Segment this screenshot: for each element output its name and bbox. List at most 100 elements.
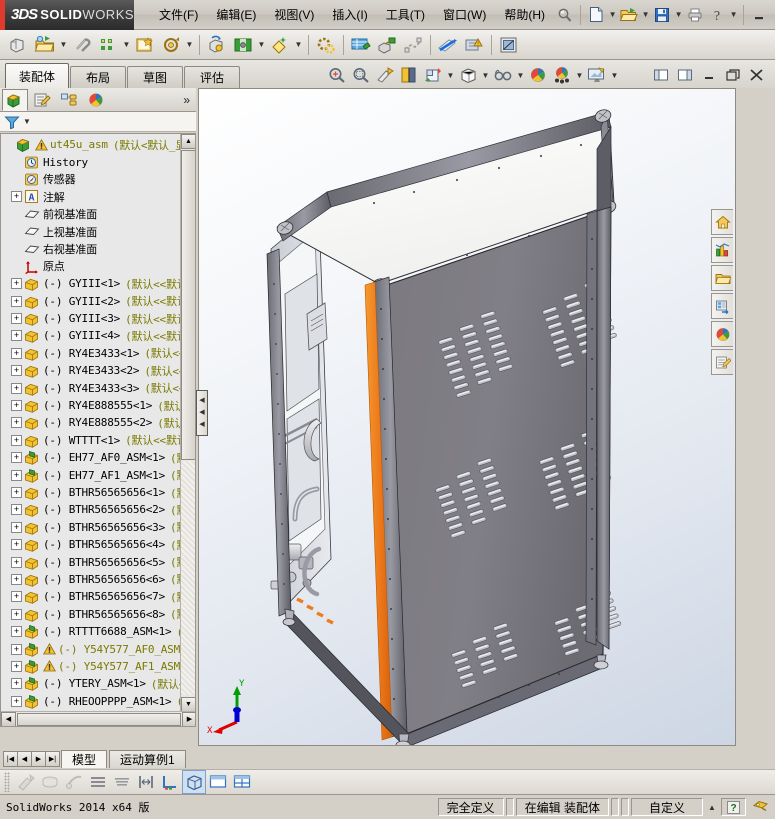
- feature-tree-item[interactable]: 传感器: [3, 171, 181, 188]
- tab-layout[interactable]: 布局: [70, 66, 126, 88]
- tree-expand-toggle[interactable]: +: [11, 348, 22, 359]
- feature-tree-item[interactable]: +(-) GYIII<2>(默认<<默认: [3, 293, 181, 310]
- section-view-icon[interactable]: [397, 63, 421, 87]
- status-units[interactable]: 自定义: [631, 798, 703, 816]
- copy-appearance-icon[interactable]: [38, 770, 62, 794]
- smart-fasteners-icon[interactable]: [132, 32, 158, 58]
- tree-expand-toggle[interactable]: +: [11, 557, 22, 568]
- tab-evaluate[interactable]: 评估: [184, 66, 240, 88]
- prev-tab-button[interactable]: ◀: [17, 751, 32, 767]
- tree-expand-toggle[interactable]: +: [11, 383, 22, 394]
- tree-expand-toggle[interactable]: +: [11, 452, 22, 463]
- assembly-model-3d[interactable]: Y X: [199, 89, 736, 746]
- vscroll-track[interactable]: [181, 461, 196, 695]
- help-dropdown-icon[interactable]: ▼: [728, 5, 739, 25]
- feature-tree-item[interactable]: 上视基准面: [3, 223, 181, 240]
- feature-tree-item[interactable]: +(-) BTHR56565656<2>(默: [3, 501, 181, 518]
- exploded-view-icon[interactable]: [374, 32, 400, 58]
- appearances-scenes-icon[interactable]: [711, 321, 733, 347]
- tab-sketch[interactable]: 草图: [127, 66, 183, 88]
- tree-expand-toggle[interactable]: +: [11, 661, 22, 672]
- tree-expand-toggle[interactable]: +: [11, 539, 22, 550]
- vscroll-thumb[interactable]: [181, 150, 196, 460]
- units-dropdown-icon[interactable]: ▲: [704, 803, 720, 812]
- feature-tree-item[interactable]: +(-) BTHR56565656<5>(默: [3, 553, 181, 570]
- menu-insert[interactable]: 插入(I): [323, 2, 376, 27]
- feature-tree-item[interactable]: 前视基准面: [3, 206, 181, 223]
- feature-tree-item[interactable]: +A注解: [3, 188, 181, 205]
- menu-help[interactable]: 帮助(H): [495, 2, 554, 27]
- minimize-button[interactable]: [748, 4, 770, 26]
- tree-expand-toggle[interactable]: +: [11, 591, 22, 602]
- open-document-icon[interactable]: [618, 4, 640, 26]
- edit-appearance-icon[interactable]: [14, 770, 38, 794]
- feature-tree-vscrollbar[interactable]: ▲ ▼: [180, 134, 195, 712]
- menu-tools[interactable]: 工具(T): [377, 2, 434, 27]
- explode-line-sketch-icon[interactable]: [400, 32, 426, 58]
- design-library-icon[interactable]: [711, 237, 733, 263]
- paste-appearance-icon[interactable]: [62, 770, 86, 794]
- feature-tree-item[interactable]: +(-) RY4E888555<2>(默认: [3, 414, 181, 431]
- appearances-icon[interactable]: [526, 63, 550, 87]
- show-hidden-components-icon[interactable]: [204, 32, 230, 58]
- tree-expand-toggle[interactable]: +: [11, 313, 22, 324]
- four-view-icon[interactable]: [230, 770, 254, 794]
- next-tab-button[interactable]: ▶: [31, 751, 46, 767]
- save-dropdown-icon[interactable]: ▼: [673, 5, 684, 25]
- first-tab-button[interactable]: |◀: [3, 751, 18, 767]
- view-settings-icon[interactable]: [585, 63, 609, 87]
- zoom-to-area-icon[interactable]: [349, 63, 373, 87]
- scroll-right-button[interactable]: ▶: [182, 712, 196, 727]
- new-document-dropdown-icon[interactable]: ▼: [607, 5, 618, 25]
- feature-tree-item[interactable]: +(-) RY4E3433<2>(默认<<: [3, 362, 181, 379]
- interference-detection-icon[interactable]: [435, 32, 461, 58]
- linear-pattern-dropdown-icon[interactable]: ▼: [121, 35, 132, 55]
- tree-expand-toggle[interactable]: +: [11, 278, 22, 289]
- configuration-manager-tab[interactable]: [56, 89, 82, 111]
- feature-tree-item[interactable]: +(-) RHEOOPPPP_ASM<1>(默: [3, 693, 181, 710]
- scroll-left-button[interactable]: ◀: [1, 712, 16, 727]
- tree-expand-toggle[interactable]: +: [11, 626, 22, 637]
- feature-tree-item[interactable]: History: [3, 153, 181, 170]
- scroll-up-button[interactable]: ▲: [181, 134, 196, 149]
- property-manager-tab[interactable]: [29, 89, 55, 111]
- display-manager-tab[interactable]: [83, 89, 109, 111]
- tree-expand-toggle[interactable]: +: [11, 522, 22, 533]
- insert-components-dropdown-icon[interactable]: ▼: [58, 35, 69, 55]
- tree-expand-toggle[interactable]: +: [11, 470, 22, 481]
- panel-collapse-handle[interactable]: ◀ ◀ ◀: [196, 390, 208, 436]
- sw-resources-icon[interactable]: [711, 209, 733, 235]
- tree-expand-toggle[interactable]: +: [11, 696, 22, 707]
- tab-assembly[interactable]: 装配体: [5, 63, 69, 88]
- feature-tree-item[interactable]: +(-) BTHR56565656<7>(默: [3, 588, 181, 605]
- apply-scene-dropdown-icon[interactable]: ▼: [574, 65, 585, 85]
- assembly-features-dropdown-icon[interactable]: ▼: [256, 35, 267, 55]
- feature-tree-item[interactable]: +(-) BTHR56565656<4>(默: [3, 536, 181, 553]
- hide-show-items-icon[interactable]: [491, 63, 515, 87]
- maximize-restore-button[interactable]: [770, 4, 775, 26]
- tree-expand-toggle[interactable]: +: [11, 644, 22, 655]
- feature-tree-item[interactable]: +(-) GYIII<3>(默认<<默认: [3, 310, 181, 327]
- menu-file[interactable]: 文件(F): [150, 2, 207, 27]
- menu-edit[interactable]: 编辑(E): [207, 2, 265, 27]
- document-minimize-button[interactable]: [697, 63, 721, 87]
- feature-manager-design-tree-tab[interactable]: [2, 89, 28, 111]
- feature-tree-item[interactable]: +(-) Y54Y577_AF1_ASM<: [3, 658, 181, 675]
- tab-model[interactable]: 模型: [61, 750, 107, 768]
- linear-pattern-icon[interactable]: [95, 32, 121, 58]
- feature-tree-container[interactable]: ut45u_asm(默认<默认_显History传感器+A注解前视基准面上视基准…: [0, 133, 196, 727]
- status-tag-icon[interactable]: [747, 800, 775, 814]
- search-icon[interactable]: [554, 4, 576, 26]
- clearance-verification-icon[interactable]: !: [461, 32, 487, 58]
- view-settings-dropdown-icon[interactable]: ▼: [609, 65, 620, 85]
- move-component-dropdown-icon[interactable]: ▼: [184, 35, 195, 55]
- menu-view[interactable]: 视图(V): [265, 2, 323, 27]
- hide-show-dropdown-icon[interactable]: ▼: [515, 65, 526, 85]
- feature-tree-item[interactable]: +(-) RTTTT6688_ASM<1>(默: [3, 623, 181, 640]
- tree-expand-toggle[interactable]: +: [11, 400, 22, 411]
- tab-motion-study[interactable]: 运动算例1: [109, 750, 186, 768]
- reference-geometry-dropdown-icon[interactable]: ▼: [293, 35, 304, 55]
- feature-tree-item[interactable]: +(-) WTTTT<1>(默认<<默认: [3, 432, 181, 449]
- bill-of-materials-icon[interactable]: [348, 32, 374, 58]
- isometric-view-icon[interactable]: [182, 770, 206, 794]
